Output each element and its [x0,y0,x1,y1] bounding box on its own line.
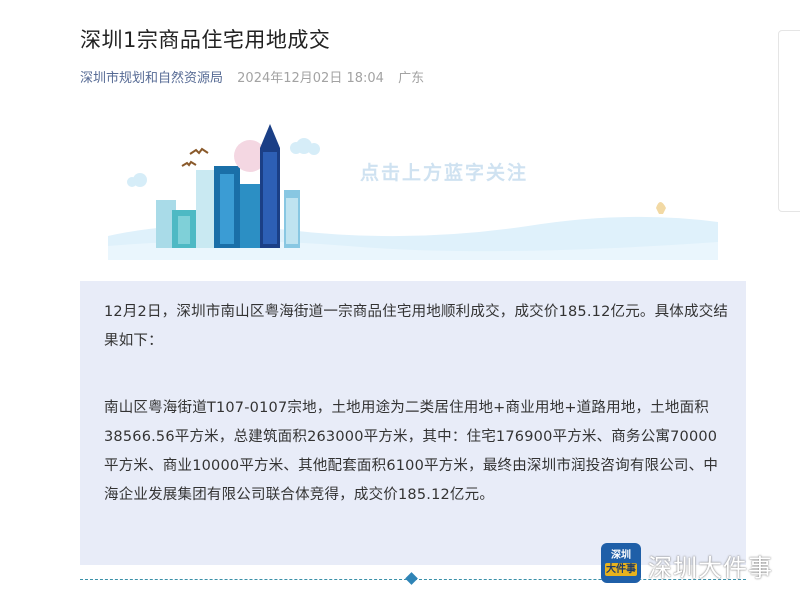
watermark-logo: 深圳 大件事 [601,543,641,583]
watermark-logo-line1: 深圳 [611,550,631,561]
watermark-text: 深圳大件事 [648,554,773,582]
publish-date: 2024年12月02日 18:04 [237,71,384,86]
author-link[interactable]: 深圳市规划和自然资源局 [80,71,223,86]
side-panel [778,30,800,212]
paragraph-1: 12月2日，深圳市南山区粤海街道一宗商品住宅用地顺利成交，成交价185.12亿元… [104,304,729,349]
article-meta: 深圳市规划和自然资源局 2024年12月02日 18:04 广东 [80,67,424,86]
publish-region: 广东 [398,71,425,86]
article-title: 深圳1宗商品住宅用地成交 [80,28,331,52]
watermark-logo-line2: 大件事 [605,563,637,576]
divider-diamond-icon [405,572,418,585]
header-banner-illustration[interactable] [108,118,718,260]
paragraph-2: 南山区粤海街道T107-0107宗地，土地用途为二类居住用地+商业用地+道路用地… [104,400,719,503]
follow-prompt[interactable]: 点击上方蓝字关注 [360,158,528,185]
